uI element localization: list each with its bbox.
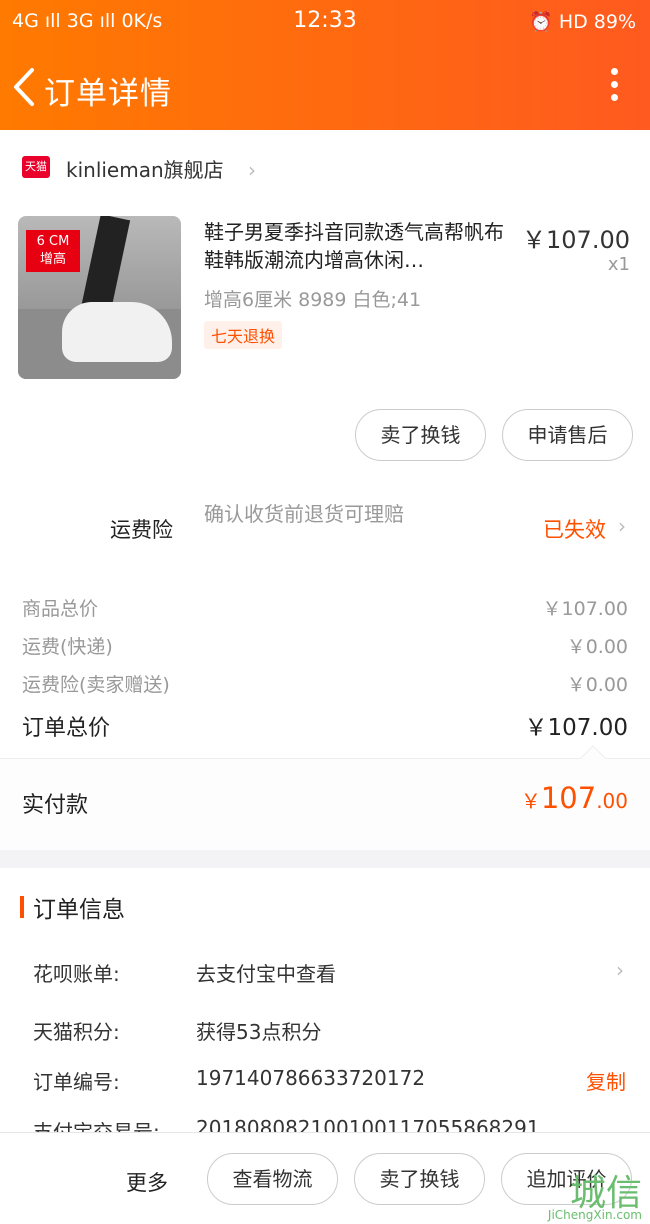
image-shoe — [62, 302, 172, 362]
top-bar: 4G ıll 3G ıll 0K/s 12:33 ⏰ HD 89% 订单详情 — [0, 0, 650, 130]
info-label: 订单编号: — [33, 1070, 120, 1094]
section-accent-bar — [20, 896, 24, 918]
bottom-action-bar: 更多 查看物流 卖了换钱 追加评价 城信 JiChengXin.com — [0, 1132, 650, 1224]
more-options-icon[interactable] — [608, 68, 620, 108]
battery-status: ⏰ HD 89% — [529, 11, 636, 33]
product-image[interactable]: 6 CM 增高 — [18, 216, 181, 379]
fee-value: ￥0.00 — [566, 636, 628, 658]
info-value: 获得53点积分 — [196, 1020, 322, 1044]
shipping-insurance-label: 运费险 — [110, 518, 173, 542]
paid-amount-box: 实付款 ￥107.00 — [0, 745, 650, 850]
sell-button[interactable]: 卖了换钱 — [355, 409, 486, 461]
back-arrow-icon[interactable] — [8, 62, 42, 112]
info-label: 天猫积分: — [33, 1020, 120, 1044]
return-policy-tag: 七天退换 — [204, 321, 283, 349]
page-title: 订单详情 — [44, 76, 172, 112]
more-button[interactable]: 更多 — [126, 1167, 168, 1197]
product-price: ￥107.00 — [522, 226, 630, 254]
order-total-value: ￥107.00 — [524, 715, 628, 741]
order-number: 197140786633720172 — [196, 1066, 426, 1090]
paid-label: 实付款 — [22, 793, 89, 818]
fee-label: 运费险(卖家赠送) — [22, 674, 170, 696]
nav-bar: 订单详情 — [0, 54, 650, 124]
status-bar: 4G ıll 3G ıll 0K/s 12:33 ⏰ HD 89% — [0, 0, 650, 44]
after-sale-button[interactable]: 申请售后 — [502, 409, 633, 461]
info-label: 花呗账单: — [33, 962, 120, 986]
product-spec: 增高6厘米 8989 白色;41 — [204, 289, 422, 311]
chevron-right-icon[interactable]: › — [616, 958, 624, 982]
section-title: 订单信息 — [33, 897, 125, 923]
fee-label: 商品总价 — [22, 598, 99, 620]
image-badge: 6 CM 增高 — [26, 230, 80, 272]
watermark-logo: 城信 JiChengXin.com — [547, 1173, 642, 1222]
view-logistics-button[interactable]: 查看物流 — [207, 1153, 338, 1205]
tmall-logo: 天猫 — [22, 156, 50, 178]
shipping-insurance-status[interactable]: 已失效 — [543, 514, 606, 544]
paid-value: ￥107.00 — [520, 781, 628, 815]
order-panel: 天猫 kinlieman旗舰店 › 6 CM 增高 鞋子男夏季抖音同款透气高帮帆… — [0, 130, 650, 850]
copy-button[interactable]: 复制 — [586, 1066, 626, 1095]
alarm-icon: ⏰ — [529, 11, 559, 33]
product-quantity: x1 — [607, 254, 630, 275]
chevron-right-icon: › — [248, 158, 256, 182]
shipping-insurance-desc: 确认收货前退货可理赔 — [204, 502, 404, 526]
sell-button[interactable]: 卖了换钱 — [354, 1153, 485, 1205]
product-title[interactable]: 鞋子男夏季抖音同款透气高帮帆布鞋韩版潮流内增高休闲… — [204, 218, 514, 274]
shop-row[interactable]: 天猫 kinlieman旗舰店 › — [0, 148, 650, 188]
chevron-right-icon[interactable]: › — [618, 514, 626, 538]
info-value-link[interactable]: 去支付宝中查看 — [196, 958, 336, 987]
fee-value: ￥107.00 — [542, 598, 628, 620]
shop-name[interactable]: kinlieman旗舰店 — [66, 154, 224, 183]
fee-value: ￥0.00 — [566, 674, 628, 696]
notch — [580, 745, 606, 771]
order-total-label: 订单总价 — [22, 716, 111, 741]
fee-label: 运费(快递) — [22, 636, 113, 658]
